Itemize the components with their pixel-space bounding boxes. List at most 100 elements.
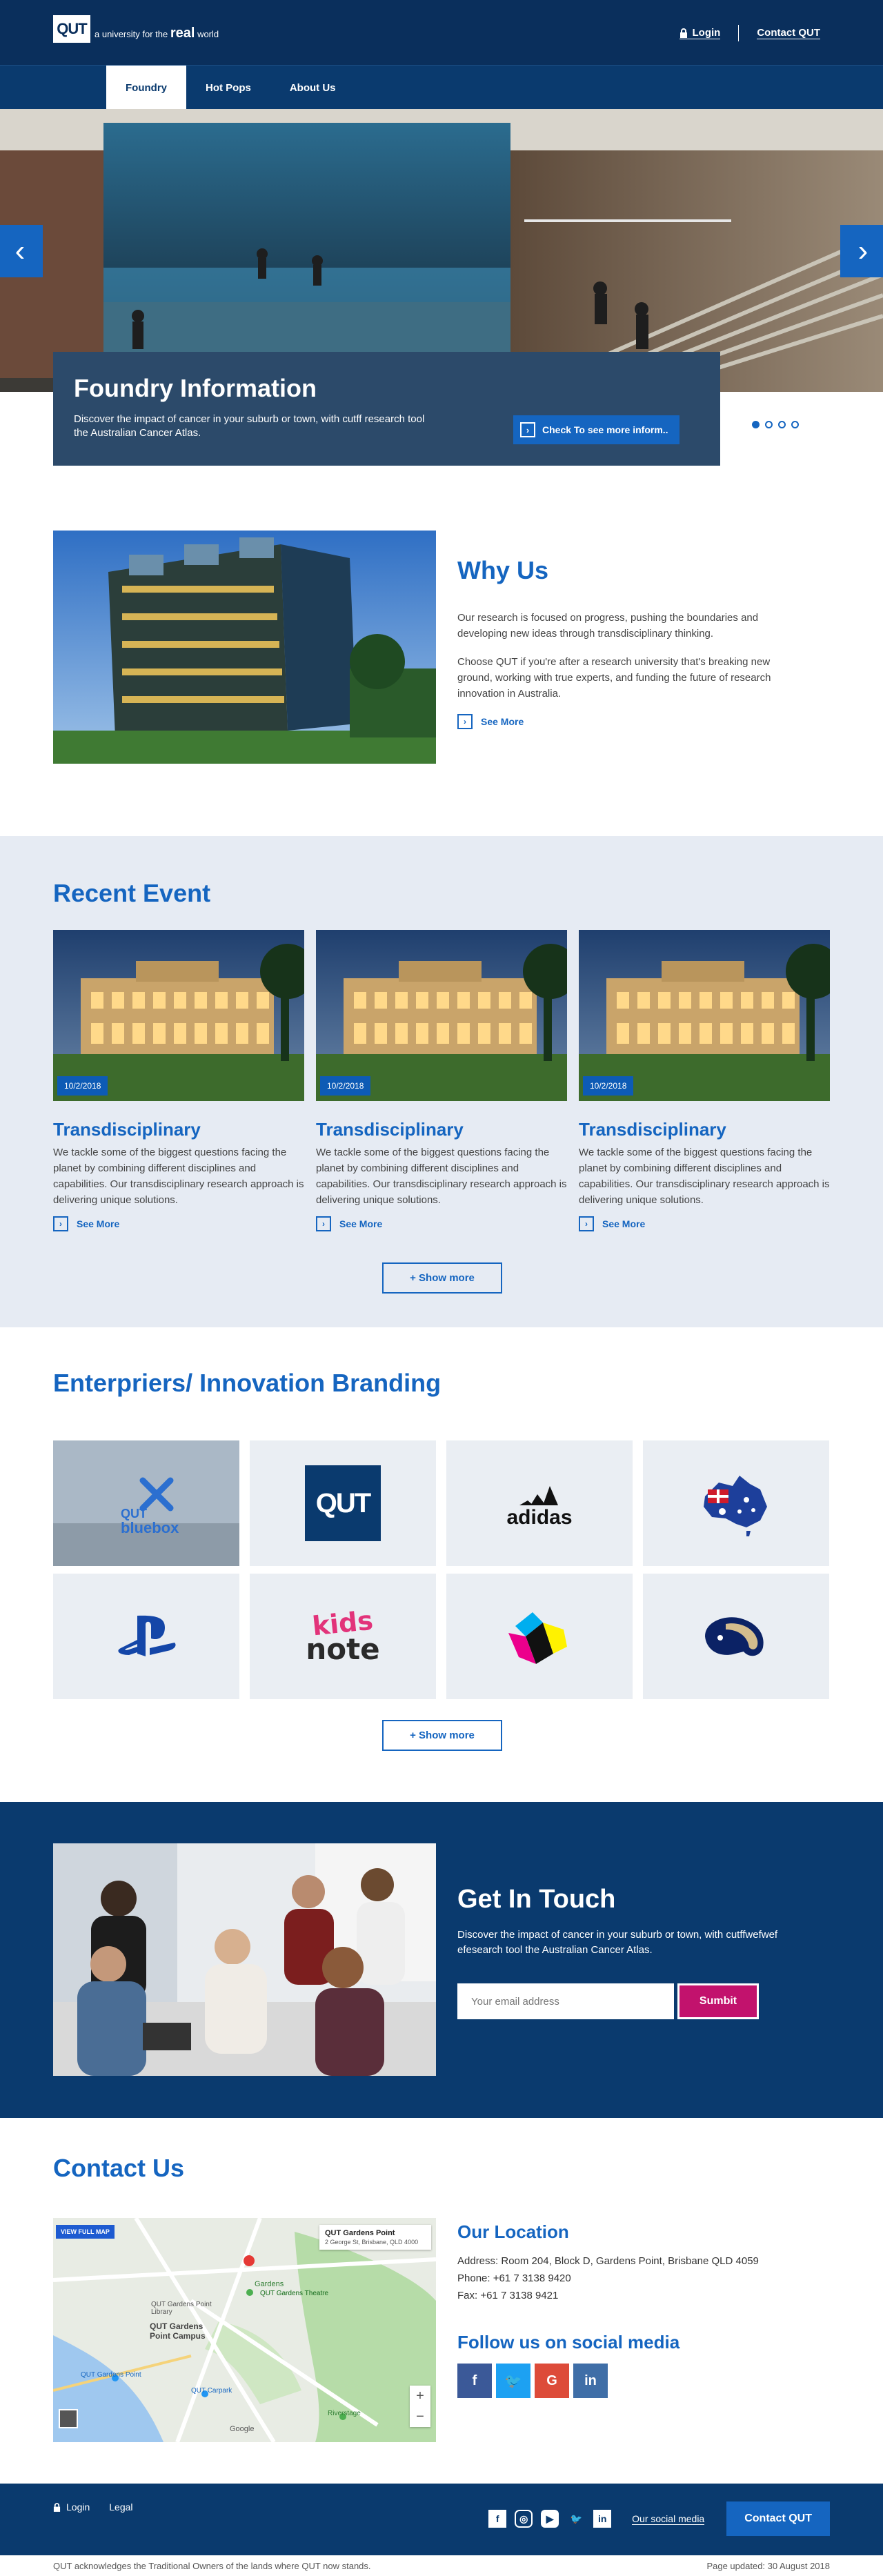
map-info-card: QUT Gardens Point 2 George St, Brisbane,… [319,2225,431,2250]
bluebox-logo: QUT bluebox [53,1440,239,1566]
map-place-address: 2 George St, Brisbane, QLD 4000 [325,2239,419,2246]
brand-tile-australia[interactable] [643,1440,829,1566]
branding-title: Enterpriers/ Innovation Branding [53,1369,442,1397]
event-see-more-link[interactable]: › See More [579,1216,830,1231]
brand-tile-qut[interactable]: QUT [250,1440,436,1566]
event-see-more-link[interactable]: › See More [53,1216,304,1231]
event-image[interactable]: 10/2/2018 [53,930,304,1101]
login-label: Login [692,27,721,39]
tab-foundry[interactable]: Foundry [106,66,186,110]
qut-logo[interactable]: QUT a university for the real world [53,15,219,43]
footer-bottom: QUT acknowledges the Traditional Owners … [0,2555,883,2576]
get-in-touch-section: Get In Touch Discover the impact of canc… [0,1802,883,2118]
event-photo [53,930,304,1101]
carousel-dot-4[interactable] [791,421,799,428]
chevron-right-icon: › [520,422,535,437]
map-zoom-controls: + − [410,2386,430,2427]
building-image [53,531,436,764]
recent-events-section: Recent Event 10/2/2018 Transdisciplinary W… [0,836,883,1327]
footer-contact-button[interactable]: Contact QUT [726,2501,830,2536]
chevron-right-icon: › [316,1216,331,1231]
brand-tile-playstation[interactable] [53,1574,239,1699]
login-link[interactable]: Login [679,27,721,39]
contact-title: Contact Us [53,2154,185,2182]
carousel-prev-button[interactable]: ‹ [0,225,43,277]
brand-tile-adidas[interactable]: adidas [446,1440,633,1566]
phone-text: Phone: +61 7 3138 9420 [457,2272,571,2284]
tab-hot-pops[interactable]: Hot Pops [186,66,270,110]
why-us-content: Why Us Our research is focused on progre… [457,556,802,729]
event-description: We tackle some of the biggest questions … [579,1147,830,1206]
event-card: 10/2/2018 Transdisciplinary We tackle some… [579,930,830,1231]
our-social-media-link[interactable]: Our social media [632,2513,705,2525]
hero-carousel: ‹ › [0,109,883,392]
event-date-badge: 10/2/2018 [57,1076,108,1096]
event-title[interactable]: Transdisciplinary [53,1119,304,1140]
carousel-dot-3[interactable] [778,421,786,428]
event-description: We tackle some of the biggest questions … [53,1147,304,1206]
contact-qut-link[interactable]: Contact QUT [757,27,820,39]
carousel-dot-1[interactable] [752,421,760,428]
hero-image [0,109,883,392]
event-description: We tackle some of the biggest questions … [316,1147,567,1206]
svg-text:QUT: QUT [121,1507,147,1520]
location-map[interactable]: VIEW FULL MAP QUT Gardens Point 2 George… [53,2218,436,2442]
event-image[interactable]: 10/2/2018 [579,930,830,1101]
carousel-dot-2[interactable] [765,421,773,428]
why-us-section: Why Us Our research is focused on progre… [0,458,883,836]
australia-flag-map-icon [704,1476,767,1536]
event-title[interactable]: Transdisciplinary [316,1119,567,1140]
view-full-map-button[interactable]: VIEW FULL MAP [56,2225,115,2239]
brand-tile-bluebox[interactable]: QUT bluebox [53,1440,239,1566]
rams-logo-icon [705,1617,764,1656]
top-header: QUT a university for the real world Logi… [0,0,883,65]
zoom-in-button[interactable]: + [416,2388,424,2404]
brand-tile-rams[interactable] [643,1574,829,1699]
carousel-next-button[interactable]: › [840,225,883,277]
map-satellite-toggle[interactable] [59,2409,78,2428]
map-canvas [53,2218,436,2442]
event-see-more-link[interactable]: › See More [316,1216,567,1231]
brand-tile-cmyk[interactable] [446,1574,633,1699]
twitter-icon[interactable]: 🐦 [496,2364,530,2398]
google-icon[interactable]: G [535,2364,569,2398]
facebook-icon[interactable]: f [457,2364,492,2398]
hero-cta-button[interactable]: › Check To see more inform.. [513,415,679,444]
playstation-logo-icon [118,1615,176,1656]
why-us-paragraph-2: Choose QUT if you're after a research un… [457,656,771,700]
youtube-icon[interactable]: ▶ [541,2510,559,2528]
fax-text: Fax: +61 7 3138 9421 [457,2290,559,2301]
event-image[interactable]: 10/2/2018 [316,930,567,1101]
event-photo [579,930,830,1101]
location-info: Our Location Address: Room 204, Block D,… [457,2221,802,2304]
linkedin-icon[interactable]: in [593,2510,612,2528]
map-label: QUT Gardens Theatre [260,2290,329,2297]
event-title[interactable]: Transdisciplinary [579,1119,830,1140]
events-show-more-button[interactable]: + Show more [382,1262,502,1294]
social-buttons: f 🐦 Gin [457,2364,608,2398]
hero-section: ‹ › Foundry Information Discover the imp… [0,109,883,515]
twitter-icon[interactable]: 🐦 [567,2510,585,2528]
contact-section: Contact Us VIEW FULL MAP QUT Gardens Poi… [0,2118,883,2484]
logo-mark: QUT [53,15,90,43]
chevron-right-icon: › [579,1216,594,1231]
instagram-icon[interactable]: ◎ [515,2510,533,2528]
tab-about-us[interactable]: About Us [270,66,355,110]
facebook-icon[interactable]: f [488,2510,507,2528]
see-more-label: See More [339,1218,383,1229]
zoom-out-button[interactable]: − [416,2409,424,2425]
brand-tile-kids-note[interactable]: kids note [250,1574,436,1699]
email-input[interactable] [457,1983,674,2019]
map-label: QUT Gardens Point Campus [150,2321,206,2341]
branding-show-more-button[interactable]: + Show more [382,1720,502,1751]
divider [738,25,740,41]
submit-button[interactable]: Sumbit [677,1983,759,2019]
map-label: Gardens [255,2280,284,2288]
event-date-badge: 10/2/2018 [583,1076,634,1096]
meeting-photo [53,1843,436,2076]
map-label: QUT Gardens Point Library [151,2301,212,2316]
logo-tagline: a university for the real world [95,26,219,41]
why-us-see-more-link[interactable]: › See More [457,714,802,729]
qut-logo-tile: QUT [305,1465,381,1541]
linkedin-icon[interactable]: in [573,2364,608,2398]
